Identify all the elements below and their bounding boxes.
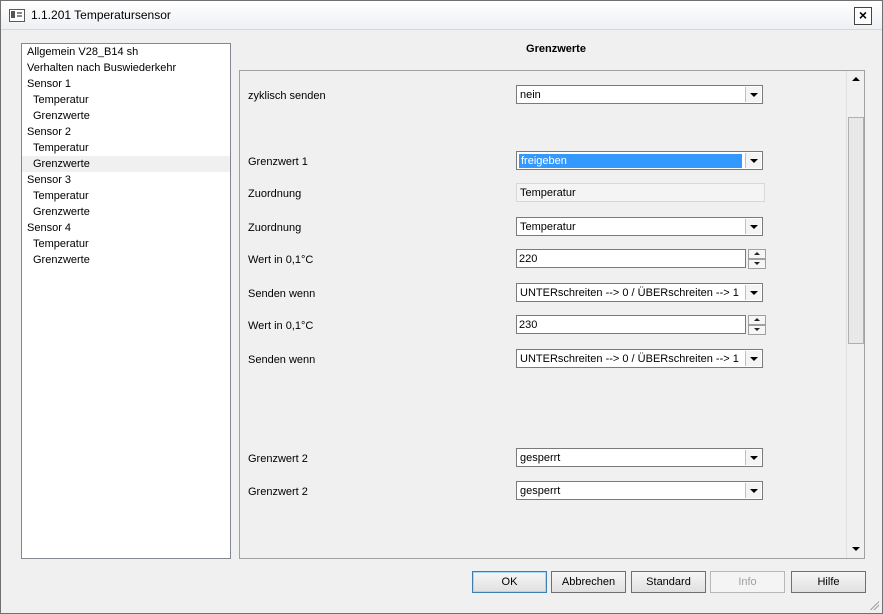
scroll-up-icon[interactable]: [848, 72, 863, 87]
tree-item[interactable]: Sensor 1: [22, 76, 230, 92]
section-title: Grenzwerte: [526, 43, 586, 55]
resize-grip-icon[interactable]: [869, 600, 879, 610]
spin-down-icon[interactable]: [748, 325, 766, 335]
param-row-grenzwert1: Grenzwert 1 freigeben: [240, 151, 846, 173]
dropdown-value: UNTERschreiten --> 0 / ÜBERschreiten -->…: [520, 353, 739, 365]
tree-item[interactable]: Sensor 3: [22, 172, 230, 188]
title-bar: 1.1.201 Temperatursensor ×: [1, 1, 882, 30]
dropdown-value: Temperatur: [520, 221, 576, 233]
dropdown-value: UNTERschreiten --> 0 / ÜBERschreiten -->…: [520, 287, 739, 299]
param-row-zuordnung-readonly: Zuordnung Temperatur: [240, 183, 846, 205]
param-row-zyklisch: zyklisch senden nein: [240, 85, 846, 107]
chevron-down-icon[interactable]: [745, 450, 761, 465]
param-row-grenzwert2a: Grenzwert 2 gesperrt: [240, 448, 846, 470]
param-row-zuordnung: Zuordnung Temperatur: [240, 217, 846, 239]
param-label: Wert in 0,1°C: [248, 320, 314, 332]
tree-item[interactable]: Grenzwerte: [22, 252, 230, 268]
scroll-thumb[interactable]: [848, 117, 864, 344]
param-label: Senden wenn: [248, 288, 316, 300]
param-row-senden2: Senden wenn UNTERschreiten --> 0 / ÜBERs…: [240, 349, 846, 371]
chevron-down-icon[interactable]: [745, 87, 761, 102]
tree-item[interactable]: Allgemein V28_B14 sh: [22, 44, 230, 60]
abbrechen-button[interactable]: Abbrechen: [551, 571, 626, 593]
chevron-down-icon[interactable]: [745, 285, 761, 300]
spin-down-icon[interactable]: [748, 259, 766, 269]
tree-item[interactable]: Temperatur: [22, 188, 230, 204]
chevron-down-icon[interactable]: [745, 153, 761, 168]
zuordnung-dropdown[interactable]: Temperatur: [516, 217, 763, 236]
vertical-scrollbar[interactable]: [846, 71, 864, 558]
tree-item[interactable]: Grenzwerte: [22, 156, 230, 172]
dropdown-value: nein: [520, 89, 541, 101]
tree-item[interactable]: Sensor 2: [22, 124, 230, 140]
spin-up-icon[interactable]: [748, 249, 766, 259]
param-label: Zuordnung: [248, 188, 302, 200]
app-window-icon: [9, 9, 25, 22]
param-label: Grenzwert 1: [248, 156, 308, 168]
chevron-down-icon[interactable]: [745, 219, 761, 234]
close-icon: ×: [858, 7, 868, 23]
hilfe-button[interactable]: Hilfe: [791, 571, 866, 593]
param-label: Senden wenn: [248, 354, 316, 366]
tree-item[interactable]: Temperatur: [22, 236, 230, 252]
standard-button[interactable]: Standard: [631, 571, 706, 593]
param-row-senden1: Senden wenn UNTERschreiten --> 0 / ÜBERs…: [240, 283, 846, 305]
zuordnung-readonly-field: Temperatur: [516, 183, 765, 202]
param-label: Zuordnung: [248, 222, 302, 234]
info-button: Info: [710, 571, 785, 593]
tree-item[interactable]: Grenzwerte: [22, 204, 230, 220]
ok-button[interactable]: OK: [472, 571, 547, 593]
grenzwert2b-dropdown[interactable]: gesperrt: [516, 481, 763, 500]
tree-item[interactable]: Temperatur: [22, 92, 230, 108]
param-label: zyklisch senden: [248, 90, 326, 102]
wert1-input[interactable]: [516, 249, 746, 268]
tree-item[interactable]: Verhalten nach Buswiederkehr: [22, 60, 230, 76]
dialog-window: 1.1.201 Temperatursensor × Allgemein V28…: [0, 0, 883, 614]
zyklisch-senden-dropdown[interactable]: nein: [516, 85, 763, 104]
param-row-wert1: Wert in 0,1°C: [240, 249, 846, 271]
wert2-input[interactable]: [516, 315, 746, 334]
tree-item[interactable]: Temperatur: [22, 140, 230, 156]
param-label: Wert in 0,1°C: [248, 254, 314, 266]
parameter-tree: Allgemein V28_B14 sh Verhalten nach Buswi…: [21, 43, 231, 559]
tree-item[interactable]: Sensor 4: [22, 220, 230, 236]
parameter-panel: zyklisch senden nein Grenzwert 1 freigeb…: [239, 70, 865, 559]
grenzwert2a-dropdown[interactable]: gesperrt: [516, 448, 763, 467]
tree-item[interactable]: Grenzwerte: [22, 108, 230, 124]
grenzwert1-dropdown[interactable]: freigeben: [516, 151, 763, 170]
param-label: Grenzwert 2: [248, 453, 308, 465]
dropdown-value: gesperrt: [520, 485, 561, 497]
wert2-spinner: [748, 315, 766, 335]
senden-wenn2-dropdown[interactable]: UNTERschreiten --> 0 / ÜBERschreiten -->…: [516, 349, 763, 368]
chevron-down-icon[interactable]: [745, 483, 761, 498]
window-title: 1.1.201 Temperatursensor: [31, 8, 171, 22]
chevron-down-icon[interactable]: [745, 351, 761, 366]
wert1-spinner: [748, 249, 766, 269]
spin-up-icon[interactable]: [748, 315, 766, 325]
param-row-wert2: Wert in 0,1°C: [240, 315, 846, 337]
param-label: Grenzwert 2: [248, 486, 308, 498]
param-row-grenzwert2b: Grenzwert 2 gesperrt: [240, 481, 846, 503]
dropdown-value: freigeben: [519, 154, 742, 168]
readonly-value: Temperatur: [520, 187, 576, 199]
scroll-down-icon[interactable]: [848, 542, 863, 557]
senden-wenn1-dropdown[interactable]: UNTERschreiten --> 0 / ÜBERschreiten -->…: [516, 283, 763, 302]
close-button[interactable]: ×: [854, 7, 872, 25]
dropdown-value: gesperrt: [520, 452, 561, 464]
